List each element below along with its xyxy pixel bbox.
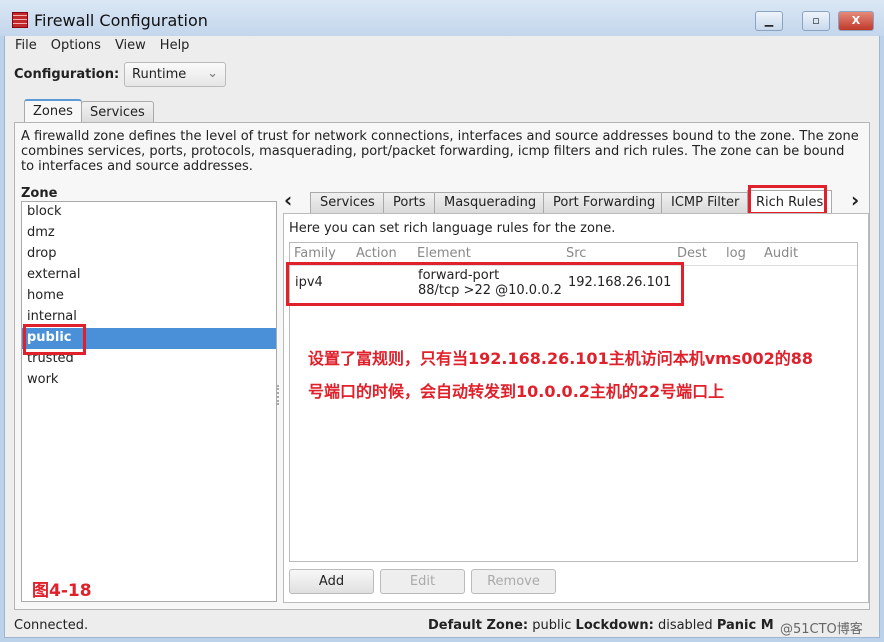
firewall-app-icon bbox=[12, 12, 28, 28]
add-button[interactable]: Add bbox=[289, 569, 374, 594]
column-header[interactable]: Action bbox=[356, 246, 397, 261]
lockdown-label: Lockdown: bbox=[575, 618, 654, 633]
zone-item[interactable]: block bbox=[22, 202, 276, 223]
subtab-icmp-filter[interactable]: ICMP Filter bbox=[661, 192, 750, 213]
column-header[interactable]: Family bbox=[294, 246, 336, 261]
watermark: @51CTO博客 bbox=[780, 622, 863, 637]
zone-item[interactable]: home bbox=[22, 286, 276, 307]
default-zone-value: public bbox=[532, 618, 572, 633]
edit-button[interactable]: Edit bbox=[380, 569, 465, 594]
annotation-line-2: 号端口的时候，会自动转发到10.0.0.2主机的22号端口上 bbox=[308, 382, 725, 401]
highlight-box-public bbox=[23, 324, 86, 355]
subtab-ports[interactable]: Ports bbox=[383, 192, 436, 213]
column-header[interactable]: log bbox=[726, 246, 746, 261]
column-header[interactable]: Element bbox=[417, 246, 471, 261]
scroll-left-icon[interactable]: ‹ bbox=[284, 188, 292, 212]
maximize-button[interactable]: ▫ bbox=[802, 11, 830, 31]
menu-file[interactable]: File bbox=[15, 38, 37, 53]
panic-label: Panic M bbox=[716, 618, 774, 633]
configuration-select[interactable]: Runtime ⌄ bbox=[124, 62, 226, 87]
default-zone-label: Default Zone: bbox=[428, 618, 529, 633]
scroll-right-icon[interactable]: › bbox=[851, 188, 859, 212]
tab-zones[interactable]: Zones bbox=[24, 99, 82, 123]
zone-item[interactable]: dmz bbox=[22, 223, 276, 244]
menu-help[interactable]: Help bbox=[160, 38, 190, 53]
status-info: Default Zone: public Lockdown: disabled … bbox=[428, 618, 774, 633]
highlight-box-rich-rules bbox=[748, 185, 827, 215]
title-bar: Firewall Configuration ▁ ▫ X bbox=[0, 0, 884, 36]
zone-item[interactable]: work bbox=[22, 370, 276, 391]
zone-item[interactable]: drop bbox=[22, 244, 276, 265]
configuration-value: Runtime bbox=[132, 67, 187, 82]
rich-rules-intro: Here you can set rich language rules for… bbox=[289, 221, 616, 236]
figure-label: 图4-18 bbox=[32, 581, 92, 601]
zone-list: block dmz drop external home internal pu… bbox=[21, 201, 277, 602]
status-connection: Connected. bbox=[14, 618, 89, 633]
window-title: Firewall Configuration bbox=[34, 11, 208, 30]
chevron-down-icon: ⌄ bbox=[207, 66, 218, 81]
menu-options[interactable]: Options bbox=[51, 38, 101, 53]
menu-bar: File Options View Help bbox=[15, 38, 203, 53]
subtab-port-forwarding[interactable]: Port Forwarding bbox=[543, 192, 666, 213]
menu-view[interactable]: View bbox=[115, 38, 146, 53]
tab-services[interactable]: Services bbox=[81, 101, 154, 123]
minimize-button[interactable]: ▁ bbox=[755, 11, 783, 31]
zone-label: Zone bbox=[21, 186, 58, 201]
zone-item[interactable]: external bbox=[22, 265, 276, 286]
zone-description: A firewalld zone defines the level of tr… bbox=[21, 129, 859, 174]
configuration-label: Configuration: bbox=[14, 67, 120, 82]
lockdown-value: disabled bbox=[657, 618, 713, 633]
close-button[interactable]: X bbox=[838, 11, 874, 31]
column-header[interactable]: Src bbox=[566, 246, 586, 261]
subtab-services[interactable]: Services bbox=[310, 192, 385, 213]
highlight-box-rule bbox=[286, 262, 684, 306]
column-header[interactable]: Audit bbox=[764, 246, 798, 261]
subtab-masquerading[interactable]: Masquerading bbox=[434, 192, 547, 213]
remove-button[interactable]: Remove bbox=[471, 569, 556, 594]
annotation-line-1: 设置了富规则，只有当192.168.26.101主机访问本机vms002的88 bbox=[308, 349, 813, 368]
column-header[interactable]: Dest bbox=[677, 246, 707, 261]
